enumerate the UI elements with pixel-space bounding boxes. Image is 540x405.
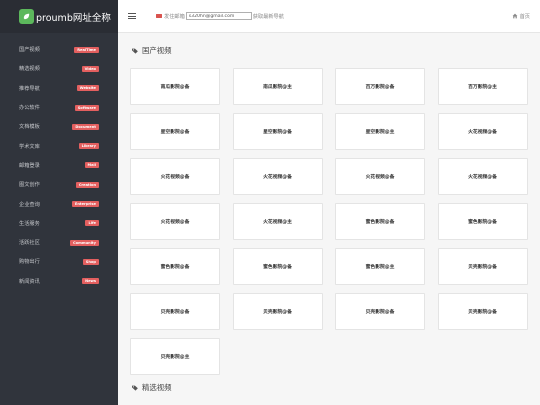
card-grid: 南瓜影院@备 南瓜影院@主 百万影院@备 百万影院@主 星空影院@备 星空影院@备 星空影院… <box>130 68 528 375</box>
mail-icon <box>156 13 162 19</box>
sidebar-nav: 国产视频 RealTime 精选视频 Video 推荐导航 Website 办公软件 Soft… <box>0 33 118 291</box>
sidebar-item[interactable]: 学术文库 Library <box>0 136 118 155</box>
sidebar-item[interactable]: 新闻资讯 News <box>0 272 118 291</box>
tags-icon <box>132 48 138 54</box>
home-link[interactable]: 首页 <box>512 13 530 20</box>
tags-icon <box>132 385 138 391</box>
sidebar-item-badge: Creation <box>75 181 99 188</box>
site-card[interactable]: 贝壳影院@备 <box>130 293 220 330</box>
site-card[interactable]: 火花视频@备 <box>130 203 220 240</box>
site-card[interactable]: 南瓜影院@备 <box>130 68 220 105</box>
site-card[interactable]: 蜜色影院@备 <box>437 203 528 240</box>
sidebar-item[interactable]: 办公软件 Software <box>0 98 118 117</box>
sidebar-item-label: 图文创作 <box>19 182 40 189</box>
sidebar-item[interactable]: 企业查询 Enterprise <box>0 194 118 213</box>
sidebar-item-badge: Community <box>69 239 99 246</box>
site-card[interactable]: 蜜色影院@备 <box>130 248 220 285</box>
sidebar-item-badge: Video <box>81 65 99 72</box>
site-card[interactable]: 火花视频@备 <box>437 113 528 150</box>
sidebar-item-label: 国产视频 <box>19 47 40 54</box>
sidebar-item-label: 推荐导航 <box>19 85 40 92</box>
section-title-featured: 精选视频 <box>132 382 172 393</box>
sidebar-item[interactable]: 推荐导航 Website <box>0 79 118 98</box>
site-card[interactable]: 火花视频@备 <box>335 158 425 195</box>
sidebar-item-badge: News <box>82 278 99 285</box>
menu-toggle-icon[interactable] <box>128 13 136 19</box>
sidebar-item-badge: Enterprise <box>71 201 99 208</box>
logo-icon <box>19 9 34 24</box>
site-card[interactable]: 星空影院@备 <box>130 113 220 150</box>
sidebar-item[interactable]: 生活服务 Life <box>0 214 118 233</box>
site-card[interactable]: 百万影院@备 <box>335 68 425 105</box>
site-card[interactable]: 贝壳影院@备 <box>437 248 528 285</box>
mail-prefix-text: 发住邮箱 <box>164 13 185 20</box>
sidebar-item-badge: Shop <box>82 258 99 265</box>
sidebar-item[interactable]: 活跃社区 Community <box>0 233 118 252</box>
sidebar-item-label: 学术文库 <box>19 143 40 150</box>
sidebar-item-label: 邮箱登录 <box>19 162 40 169</box>
sidebar-item-badge: Life <box>85 220 99 227</box>
site-card[interactable]: 蜜色影院@备 <box>232 248 323 285</box>
main-content: 国产视频 南瓜影院@备 南瓜影院@主 百万影院@备 百万影院@主 星空影院@备 星空影院@… <box>118 33 540 405</box>
home-label: 首页 <box>519 13 530 20</box>
sidebar-item-label: 企业查询 <box>19 201 40 208</box>
mail-input[interactable] <box>185 12 252 20</box>
home-icon <box>512 13 518 19</box>
sidebar-item-badge: Software <box>74 104 99 111</box>
site-card[interactable]: 星空影院@备 <box>232 113 323 150</box>
mail-suffix-text: 获取最新导航 <box>252 13 284 20</box>
site-card[interactable]: 贝壳影院@备 <box>437 293 528 330</box>
logo-text: proumb网址全称 <box>36 12 111 24</box>
sidebar-item-badge: RealTime <box>74 46 99 53</box>
sidebar: proumb网址全称 国产视频 RealTime 精选视频 Video 推荐导航 Webs… <box>0 0 118 405</box>
site-card[interactable]: 百万影院@主 <box>437 68 528 105</box>
logo[interactable]: proumb网址全称 <box>0 0 118 33</box>
sidebar-item-label: 新闻资讯 <box>19 278 40 285</box>
section-title-text: 国产视频 <box>142 46 172 55</box>
sidebar-item-badge: Mail <box>84 162 99 169</box>
sidebar-item[interactable]: 购物出行 Shop <box>0 252 118 271</box>
sidebar-item-label: 购物出行 <box>19 259 40 266</box>
sidebar-item-label: 生活服务 <box>19 220 40 227</box>
sidebar-item[interactable]: 图文创作 Creation <box>0 175 118 194</box>
site-card[interactable]: 贝壳影院@备 <box>335 293 425 330</box>
sidebar-item[interactable]: 邮箱登录 Mail <box>0 156 118 175</box>
site-card[interactable]: 火花视频@主 <box>232 203 323 240</box>
sidebar-item-label: 办公软件 <box>19 105 40 112</box>
section-title-domestic: 国产视频 <box>132 45 172 56</box>
site-card[interactable]: 火花视频@备 <box>232 158 323 195</box>
site-card[interactable]: 蜜色影院@备 <box>335 203 425 240</box>
sidebar-item-badge: Website <box>76 85 99 92</box>
section-title-text: 精选视频 <box>142 383 172 392</box>
site-card[interactable]: 南瓜影院@主 <box>232 68 323 105</box>
sidebar-item[interactable]: 国产视频 RealTime <box>0 40 118 59</box>
sidebar-item[interactable]: 文档模板 Document <box>0 117 118 136</box>
sidebar-item-label: 活跃社区 <box>19 240 40 247</box>
site-card[interactable]: 贝壳影院@备 <box>232 293 323 330</box>
sidebar-item-badge: Library <box>78 143 99 150</box>
site-card[interactable]: 火花视频@备 <box>130 158 220 195</box>
sidebar-item[interactable]: 精选视频 Video <box>0 59 118 78</box>
site-card[interactable]: 火花视频@备 <box>437 158 528 195</box>
topbar: 发住邮箱 获取最新导航 首页 <box>118 0 540 33</box>
site-card[interactable]: 蜜色影院@主 <box>335 248 425 285</box>
sidebar-item-label: 文档模板 <box>19 124 40 131</box>
sidebar-item-badge: Document <box>72 123 99 130</box>
site-card[interactable]: 星空影院@主 <box>335 113 425 150</box>
site-card[interactable]: 贝壳影院@主 <box>130 338 220 375</box>
sidebar-item-label: 精选视频 <box>19 66 40 73</box>
